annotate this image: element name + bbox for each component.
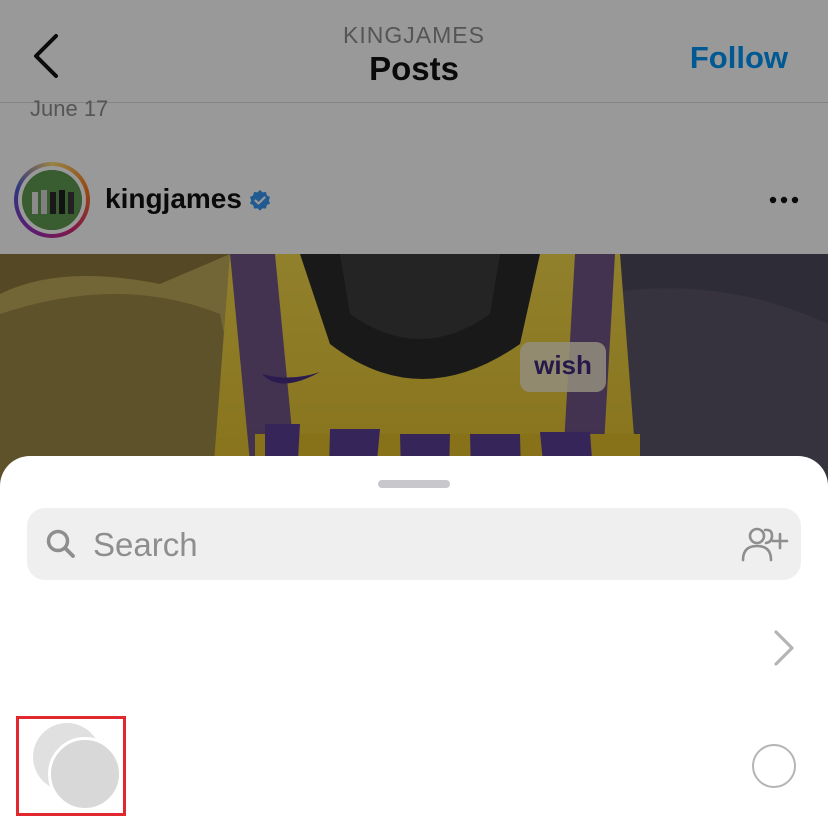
expand-row[interactable]	[0, 616, 828, 680]
group-avatar[interactable]	[16, 716, 126, 816]
search-icon	[46, 529, 75, 558]
search-input[interactable]	[91, 520, 715, 570]
add-people-icon[interactable]	[739, 524, 789, 564]
share-recipient-row[interactable]	[0, 712, 828, 822]
sheet-drag-handle[interactable]	[378, 480, 450, 488]
share-bottom-sheet	[0, 456, 828, 831]
instagram-post-screen: KINGJAMES Posts Follow June 17 kingjames	[0, 0, 828, 831]
chevron-right-icon	[774, 630, 794, 666]
search-bar[interactable]	[27, 508, 801, 580]
avatar-placeholder-front	[48, 737, 122, 811]
radio-circle-icon[interactable]	[752, 744, 796, 788]
